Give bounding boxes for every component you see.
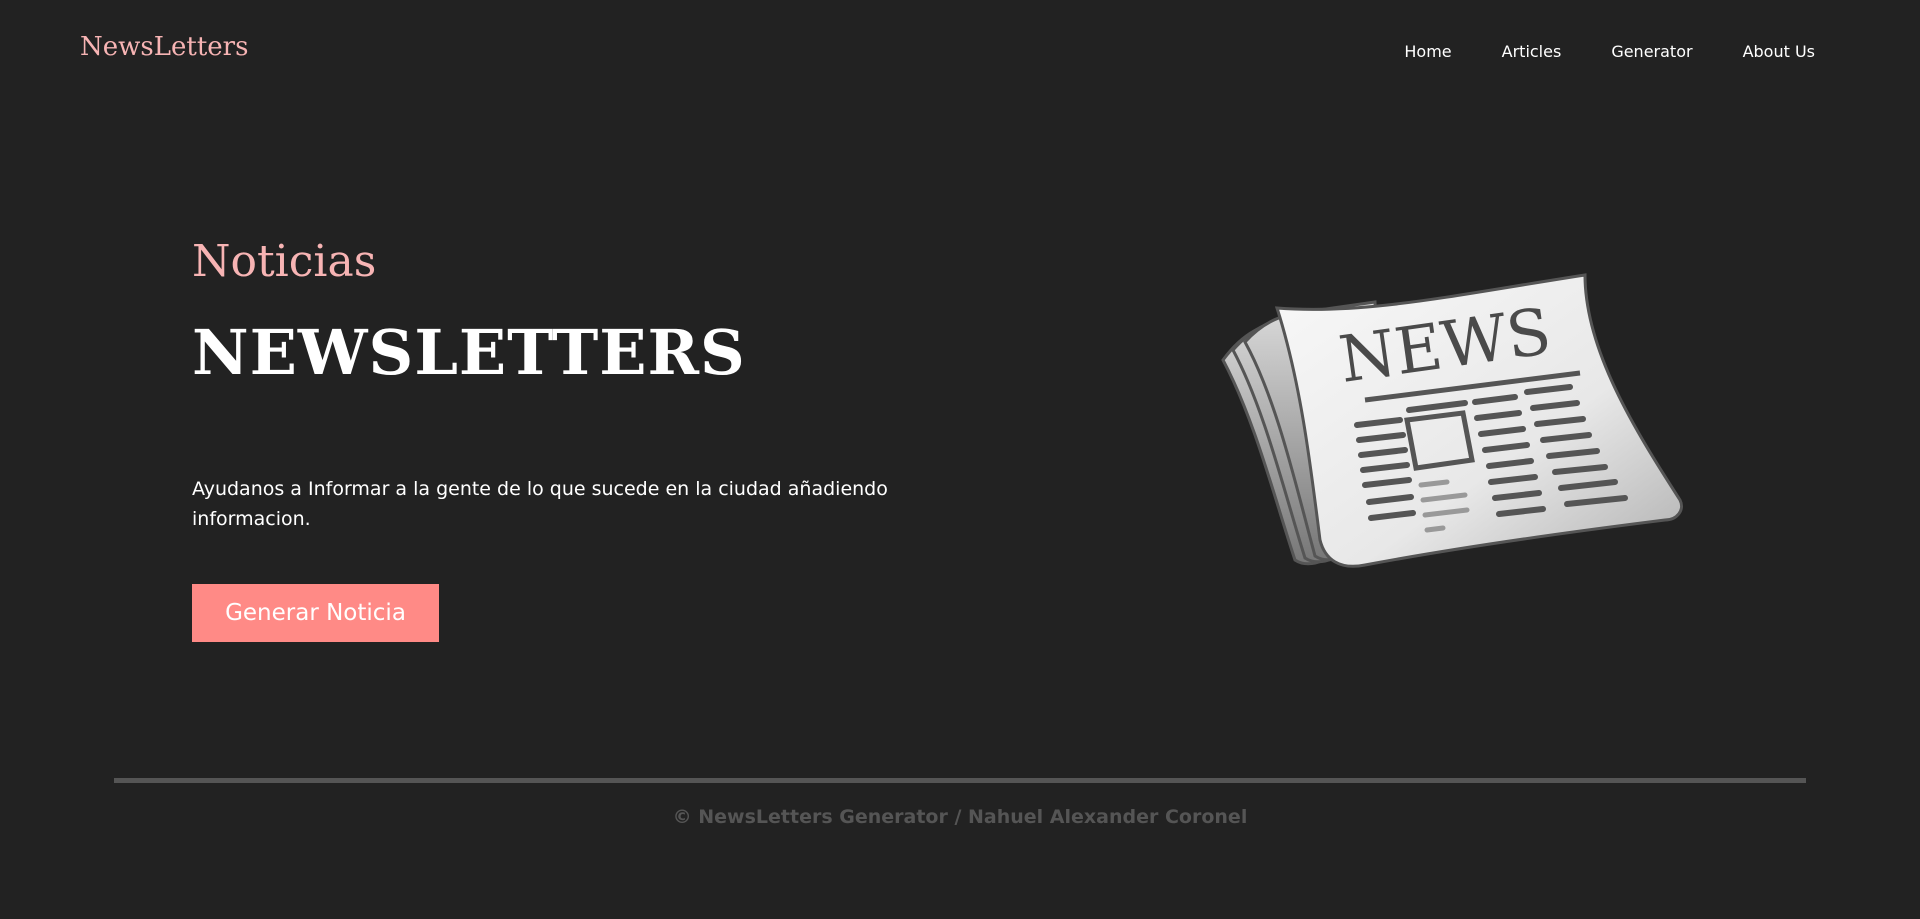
nav-generator-link[interactable]: Generator: [1611, 42, 1692, 61]
footer-divider: [114, 778, 1806, 783]
hero-description: Ayudanos a Informar a la gente de lo que…: [192, 478, 888, 530]
nav-about-us-link[interactable]: About Us: [1743, 42, 1815, 61]
newspaper-icon: NEWS: [1221, 273, 1683, 568]
nav-articles-link[interactable]: Articles: [1502, 42, 1562, 61]
footer-copyright: © NewsLetters Generator / Nahuel Alexand…: [672, 806, 1248, 828]
hero-subtitle: Noticias: [192, 236, 377, 287]
main-nav: Home Articles Generator About Us: [1354, 42, 1815, 61]
nav-home-link[interactable]: Home: [1404, 42, 1451, 61]
brand-logo[interactable]: NewsLetters: [80, 32, 248, 62]
generate-news-button[interactable]: Generar Noticia: [192, 584, 439, 642]
hero-title: NEWSLETTERS: [192, 316, 746, 389]
